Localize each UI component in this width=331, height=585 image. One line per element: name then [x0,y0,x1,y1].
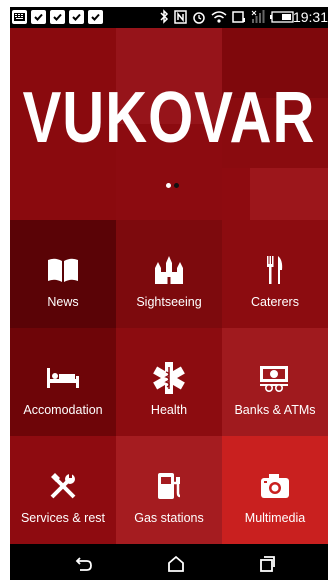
menu-item-label: Sightseeing [136,295,202,309]
clipboard-check-icon [31,10,46,24]
clipboard-check-icon [88,10,103,24]
page-indicator[interactable] [166,183,179,188]
menu-item-label: Services & rest [20,511,106,525]
menu-item-gas-stations[interactable]: Gas stations [116,436,222,544]
tools-icon [48,470,78,502]
menu-item-label: Accomodation [23,403,103,417]
menu-item-label: Health [150,403,188,417]
menu-item-multimedia[interactable]: Multimedia [222,436,328,544]
hero-title: VUKOVAR [22,76,316,159]
castle-icon [152,254,186,286]
menu-item-label: Banks & ATMs [234,403,316,417]
keyboard-icon [12,10,27,24]
battery-icon [270,10,294,23]
menu-item-accomodation[interactable]: Accomodation [10,328,116,436]
bed-icon [45,362,81,394]
menu-item-sightseeing[interactable]: Sightseeing [116,220,222,328]
bluetooth-icon [160,9,169,24]
phone-screen: 19:31 VUKOVAR News Sightseeing Caterers … [10,7,328,580]
status-bar: 19:31 [10,7,328,28]
gas-pump-icon [155,470,183,502]
hero-tile [250,168,328,220]
camera-icon [259,470,291,502]
menu-item-health[interactable]: Health [116,328,222,436]
fork-knife-icon [265,254,285,286]
menu-item-caterers[interactable]: Caterers [222,220,328,328]
home-icon[interactable] [166,554,186,574]
menu-item-label: Caterers [251,295,299,309]
page-dot[interactable] [166,183,171,188]
page-dot-active[interactable] [174,183,179,188]
menu-item-banks-atms[interactable]: Banks & ATMs [222,328,328,436]
menu-grid: News Sightseeing Caterers Accomodation H [10,220,328,546]
menu-item-services-rest[interactable]: Services & rest [10,436,116,544]
status-time: 19:31 [292,9,328,25]
back-icon[interactable] [74,554,94,574]
alarm-icon [193,11,205,24]
medical-star-icon [152,362,186,394]
system-nav-bar [10,546,328,580]
system-icons [160,9,294,24]
bag-check-icon [69,10,84,24]
menu-item-label: Multimedia [244,511,306,525]
book-icon [46,254,80,286]
clipboard-check-icon [50,10,65,24]
notification-icons [12,10,103,24]
menu-item-news[interactable]: News [10,220,116,328]
money-icon [257,362,293,394]
menu-item-label: Gas stations [134,511,204,525]
nfc-icon [174,9,187,24]
hero-banner[interactable]: VUKOVAR [10,28,328,220]
signal-icon [251,9,265,23]
menu-item-label: News [47,295,79,309]
data-saver-icon [232,10,245,23]
wifi-icon [211,10,227,23]
recents-icon[interactable] [257,554,277,574]
